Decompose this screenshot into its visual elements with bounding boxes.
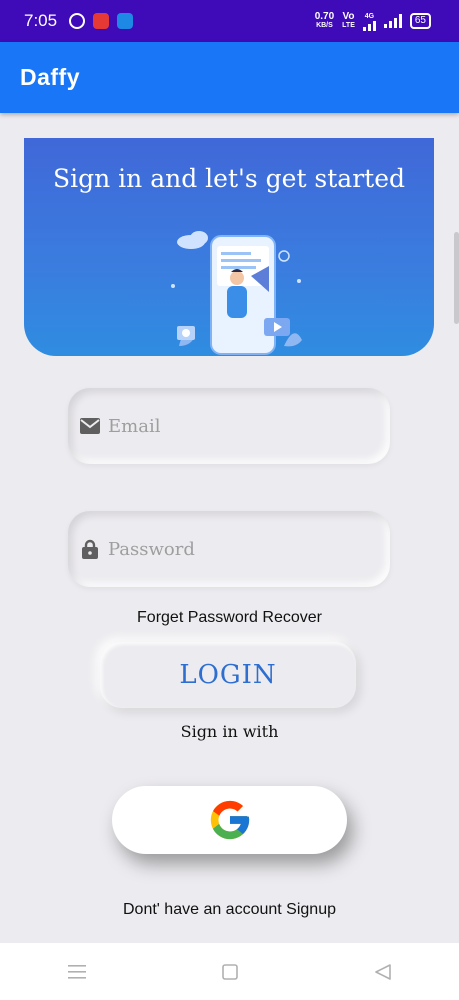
app-title: Daffy <box>20 64 81 90</box>
google-sign-in-button[interactable] <box>112 786 347 854</box>
signal-icon <box>383 14 402 28</box>
phone-illustration-icon <box>171 231 302 355</box>
volte-bottom: LTE <box>342 22 355 29</box>
email-input[interactable] <box>106 414 360 438</box>
scrollbar[interactable] <box>454 232 459 324</box>
net-speed-unit: KB/S <box>316 22 333 29</box>
battery-icon: 65 <box>409 13 431 29</box>
whatsapp-icon <box>69 13 86 29</box>
network-type: 4G <box>362 12 376 31</box>
forget-password-link[interactable]: Forget Password Recover <box>0 609 459 627</box>
app-bar: Daffy <box>0 42 459 113</box>
status-indicators: 0.70 KB/S Vo LTE 4G 65 <box>315 12 431 31</box>
wifi-signal-icon <box>362 20 376 31</box>
lock-icon <box>80 539 100 559</box>
status-bar: 7:05 0.70 KB/S Vo LTE 4G 65 <box>0 0 459 42</box>
email-field[interactable] <box>68 388 390 464</box>
volte-indicator: Vo LTE <box>342 12 355 30</box>
sign-in-with-label: Sign in with <box>180 722 279 741</box>
net-speed: 0.70 KB/S <box>315 12 334 30</box>
password-input[interactable] <box>106 537 360 561</box>
banner-title: Sign in and let's get started <box>52 164 406 193</box>
banner: Sign in and let's get started <box>24 138 434 356</box>
login-button[interactable]: LOGIN <box>100 642 356 708</box>
system-nav-bar <box>0 943 459 1000</box>
net-speed-value: 0.70 <box>314 11 335 22</box>
red-app-icon <box>93 13 110 29</box>
signup-link[interactable]: Dont' have an account Signup <box>0 901 459 919</box>
google-icon <box>210 800 249 840</box>
volte-top: Vo <box>342 11 355 22</box>
network-label: 4G <box>364 12 375 20</box>
password-field[interactable] <box>68 511 390 587</box>
status-time: 7:05 <box>24 11 58 30</box>
menu-icon[interactable] <box>57 952 97 992</box>
status-app-icons <box>69 13 134 29</box>
blue-app-icon <box>117 13 134 29</box>
back-icon[interactable] <box>363 952 403 992</box>
email-icon <box>80 416 100 436</box>
home-icon[interactable] <box>210 952 250 992</box>
